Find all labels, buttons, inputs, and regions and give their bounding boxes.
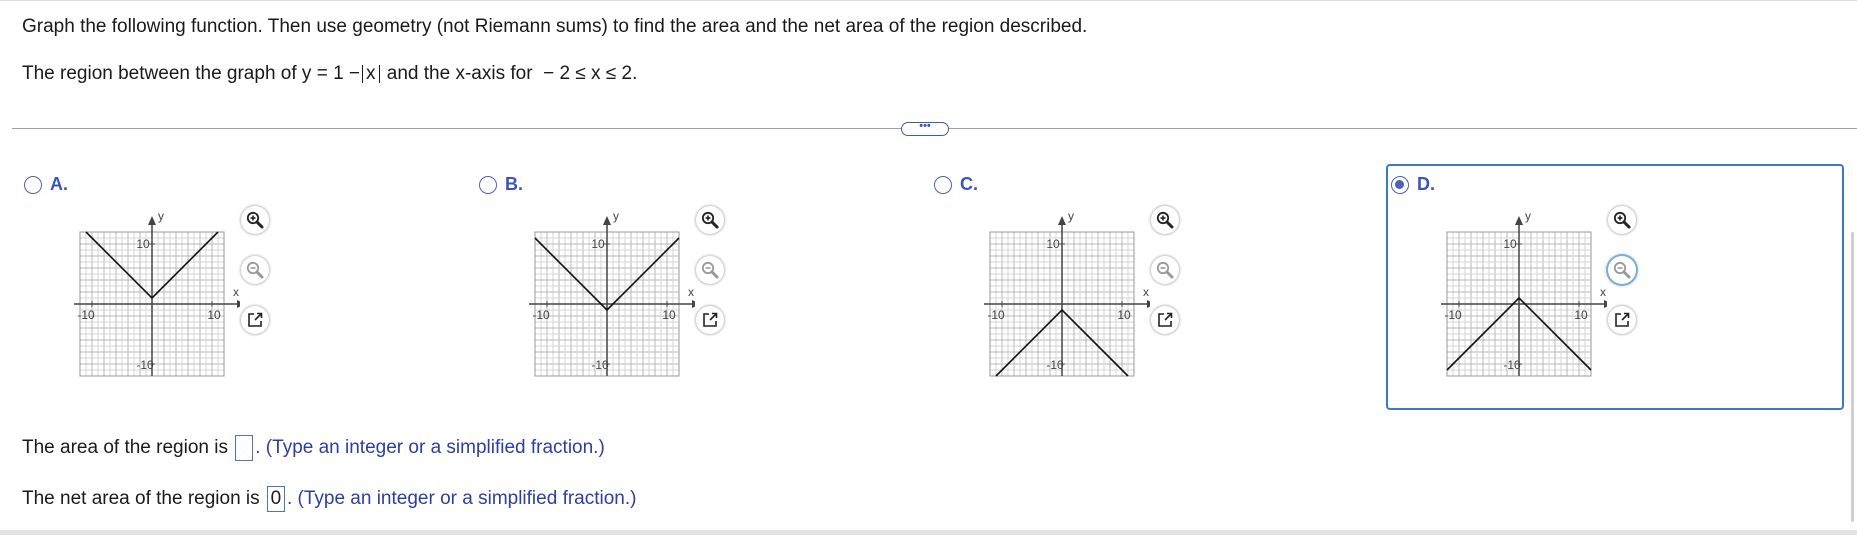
option-c-open-graph-button[interactable] <box>1151 306 1179 334</box>
option-b-zoom-out-button[interactable] <box>696 256 724 284</box>
option-c[interactable]: C. 10 -10 -10 10 x y <box>932 174 1392 408</box>
option-d-open-graph-button[interactable] <box>1608 306 1636 334</box>
y-axis-label: y <box>613 209 619 223</box>
zoom-in-icon <box>1155 210 1175 230</box>
y-tick-label-top: 10 <box>136 237 150 251</box>
option-b-selector[interactable]: B. <box>479 174 523 195</box>
x-axis-label: x <box>1143 285 1149 299</box>
option-b-open-graph-button[interactable] <box>696 306 724 334</box>
x-tick-label-left: -10 <box>532 308 550 322</box>
y-tick-label-top: 10 <box>1046 237 1060 251</box>
external-link-icon <box>1612 310 1632 330</box>
option-c-zoom-in-button[interactable] <box>1151 206 1179 234</box>
area-answer-line: The area of the region is . (Type an int… <box>22 435 605 461</box>
net-area-prompt: The net area of the region is <box>22 488 260 509</box>
top-border <box>0 0 1857 1</box>
y-tick-label-bottom: -10 <box>591 358 609 372</box>
y-axis-arrow <box>603 216 611 225</box>
net-area-hint: . (Type an integer or a simplified fract… <box>286 488 637 509</box>
option-d-radio[interactable] <box>1391 175 1409 194</box>
scrollbar[interactable] <box>1851 232 1854 522</box>
option-a-open-graph-button[interactable] <box>241 306 269 334</box>
area-prompt: The area of the region is <box>22 437 228 458</box>
option-c-letter: C. <box>960 174 978 194</box>
option-c-zoom-out-button[interactable] <box>1151 256 1179 284</box>
option-c-radio[interactable] <box>934 175 952 194</box>
option-d-graph: 10 -10 -10 10 x y <box>1427 202 1607 382</box>
x-tick-label-left: -10 <box>987 308 1005 322</box>
x-tick-label-right: 10 <box>662 308 676 322</box>
option-b[interactable]: B. 10 -10 -10 10 x y <box>477 174 937 408</box>
question-domain: − 2 ≤ x ≤ 2. <box>543 63 638 84</box>
x-tick-label-right: 10 <box>1117 308 1131 322</box>
option-b-zoom-in-button[interactable] <box>696 206 724 234</box>
x-axis-arrow <box>1604 300 1607 308</box>
x-axis-arrow <box>237 300 240 308</box>
x-tick-label-right: 10 <box>1574 308 1588 322</box>
option-a-zoom-in-button[interactable] <box>241 206 269 234</box>
option-b-graph: 10 -10 -10 10 x y <box>515 202 695 382</box>
option-d[interactable]: D. 10 -10 -10 10 x y <box>1386 164 1844 410</box>
x-tick-label-left: -10 <box>1444 308 1462 322</box>
option-a-graph: 10 -10 -10 10 x y <box>60 202 240 382</box>
option-c-graph: 10 -10 -10 10 x y <box>970 202 1150 382</box>
option-b-radio[interactable] <box>479 175 497 194</box>
x-tick-label-right: 10 <box>207 308 221 322</box>
abs-value-expression: x <box>362 64 380 83</box>
y-axis-arrow <box>148 216 156 225</box>
option-d-zoom-in-button[interactable] <box>1608 206 1636 234</box>
net-area-input[interactable]: 0 <box>266 486 285 512</box>
option-a-letter: A. <box>50 174 68 194</box>
zoom-out-icon <box>1612 260 1632 280</box>
y-tick-label-bottom: -10 <box>1046 358 1064 372</box>
y-axis-arrow <box>1058 216 1066 225</box>
option-c-selector[interactable]: C. <box>934 174 978 195</box>
y-axis-arrow <box>1515 216 1523 225</box>
option-d-zoom-out-button[interactable] <box>1608 256 1636 284</box>
area-hint: . (Type an integer or a simplified fract… <box>255 437 605 458</box>
external-link-icon <box>245 310 265 330</box>
y-axis-label: y <box>158 209 164 223</box>
question-region: The region between the graph of y = 1 − x… <box>22 63 637 85</box>
expand-more-button[interactable]: ••• <box>901 121 949 136</box>
x-axis-arrow <box>692 300 695 308</box>
y-axis-label: y <box>1068 209 1074 223</box>
option-d-letter: D. <box>1417 174 1435 194</box>
option-d-selector[interactable]: D. <box>1391 174 1435 195</box>
bottom-bar <box>0 530 1857 535</box>
question-instruction: Graph the following function. Then use g… <box>22 16 1088 37</box>
option-a-zoom-out-button[interactable] <box>241 256 269 284</box>
area-input[interactable] <box>235 435 254 461</box>
question-region-mid: and the x-axis for <box>386 63 533 84</box>
zoom-in-icon <box>245 210 265 230</box>
net-area-answer-line: The net area of the region is 0. (Type a… <box>22 486 636 512</box>
question-region-prefix: The region between the graph of y = 1 − <box>22 63 361 84</box>
y-axis-label: y <box>1525 209 1531 223</box>
zoom-out-icon <box>700 260 720 280</box>
x-axis-label: x <box>688 285 694 299</box>
zoom-out-icon <box>245 260 265 280</box>
x-axis-label: x <box>1600 285 1606 299</box>
y-tick-label-top: 10 <box>1503 237 1517 251</box>
y-tick-label-top: 10 <box>591 237 605 251</box>
x-tick-label-left: -10 <box>77 308 95 322</box>
zoom-in-icon <box>1612 210 1632 230</box>
option-a[interactable]: A. 10 -10 -10 10 x y <box>22 174 482 408</box>
external-link-icon <box>700 310 720 330</box>
x-axis-arrow <box>1147 300 1150 308</box>
y-tick-label-bottom: -10 <box>1503 358 1521 372</box>
option-b-letter: B. <box>505 174 523 194</box>
external-link-icon <box>1155 310 1175 330</box>
zoom-out-icon <box>1155 260 1175 280</box>
option-a-selector[interactable]: A. <box>24 174 68 195</box>
y-tick-label-bottom: -10 <box>136 358 154 372</box>
zoom-in-icon <box>700 210 720 230</box>
option-a-radio[interactable] <box>24 175 42 194</box>
x-axis-label: x <box>233 285 239 299</box>
